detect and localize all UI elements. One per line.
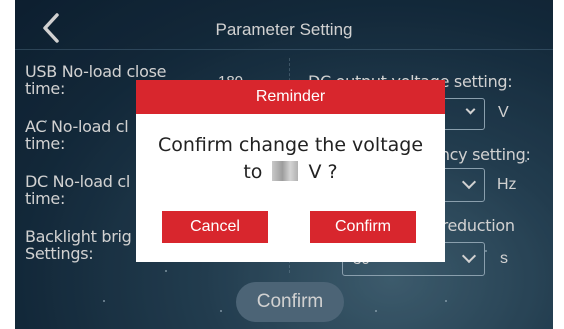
cancel-button[interactable]: Cancel	[162, 211, 268, 243]
app-screen: Parameter Setting USB No-load close time…	[15, 0, 553, 329]
dialog-confirm-button[interactable]: Confirm	[310, 211, 416, 243]
dialog-message: Confirm change the voltage to V ?	[136, 132, 445, 186]
reminder-dialog: Reminder Confirm change the voltage to V…	[136, 80, 445, 262]
dialog-title: Reminder	[136, 80, 445, 114]
message-line: Confirm change the voltage	[157, 134, 424, 156]
message-prefix: to	[243, 161, 263, 183]
message-suffix: V ?	[308, 161, 338, 183]
message-line: to V ?	[136, 159, 445, 186]
redacted-value	[272, 161, 299, 181]
